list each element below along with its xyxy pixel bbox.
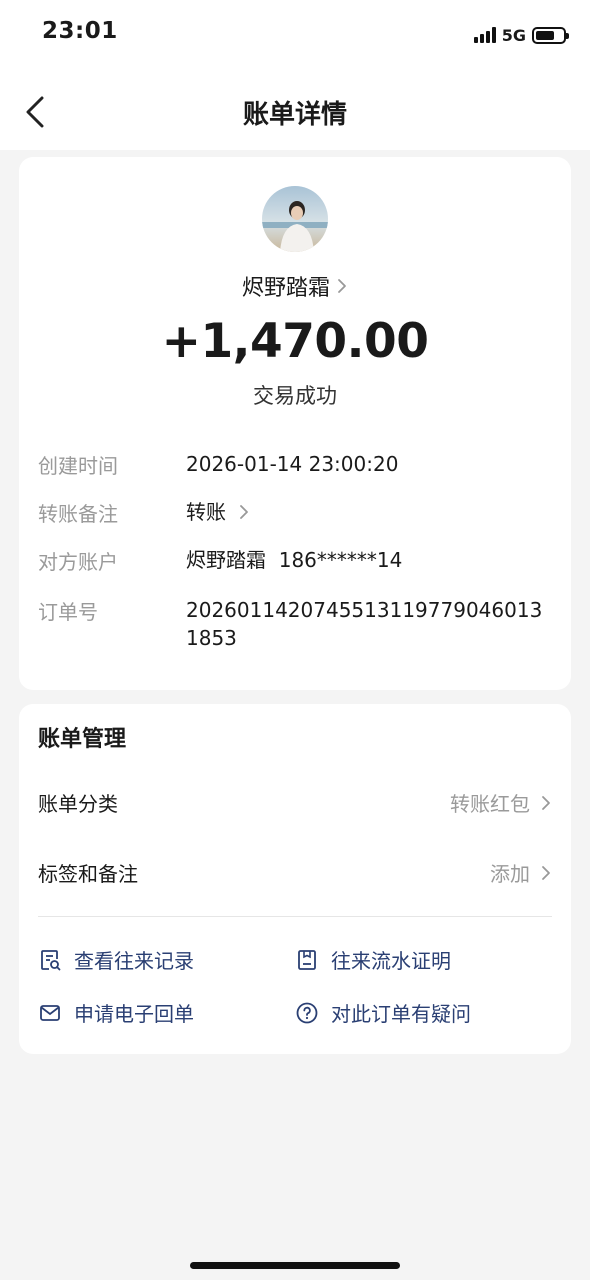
row-label: 标签和备注 bbox=[38, 862, 138, 886]
section-title: 账单管理 bbox=[38, 727, 127, 752]
statement-icon bbox=[298, 949, 316, 970]
battery-icon bbox=[532, 26, 569, 44]
detail-value: 烬野踏霜 186******14 bbox=[186, 548, 403, 572]
action-label: 申请电子回单 bbox=[74, 1002, 194, 1026]
action-label: 对此订单有疑问 bbox=[331, 1002, 471, 1026]
chevron-right-icon bbox=[338, 279, 346, 293]
detail-label: 订单号 bbox=[38, 600, 98, 624]
bill-management-card: 账单管理 账单分类 转账红包 标签和备注 添加 查看往来记录 往来流水证明 申请… bbox=[19, 704, 571, 1054]
row-label: 账单分类 bbox=[38, 792, 118, 816]
row-value: 添加 bbox=[490, 862, 530, 886]
chevron-right-icon bbox=[542, 865, 550, 880]
chevron-right-icon bbox=[542, 795, 550, 810]
bill-category-row[interactable]: 账单分类 转账红包 bbox=[38, 786, 552, 820]
transaction-status: 交易成功 bbox=[253, 384, 337, 408]
action-label: 查看往来记录 bbox=[74, 949, 194, 973]
statement-proof-button[interactable]: 往来流水证明 bbox=[295, 945, 451, 974]
row-value-wrap: 添加 bbox=[490, 858, 552, 887]
e-receipt-button[interactable]: 申请电子回单 bbox=[38, 998, 194, 1027]
action-label: 往来流水证明 bbox=[331, 949, 451, 973]
avatar[interactable] bbox=[262, 186, 328, 252]
network-type: 5G bbox=[501, 25, 526, 45]
transaction-card: 烬野踏霜 +1,470.00 交易成功 创建时间 2026-01-14 23:0… bbox=[19, 157, 571, 690]
payer-link[interactable]: 烬野踏霜 bbox=[19, 270, 571, 302]
detail-label: 创建时间 bbox=[38, 454, 118, 478]
view-records-button[interactable]: 查看往来记录 bbox=[38, 945, 194, 974]
avatar-image bbox=[262, 186, 328, 252]
page-title: 账单详情 bbox=[242, 100, 347, 130]
signal-icon bbox=[473, 27, 496, 43]
detail-value: 2026011420745513119779046013 1853 bbox=[186, 598, 543, 650]
chevron-right-icon bbox=[240, 505, 248, 519]
question-icon bbox=[296, 1002, 318, 1023]
status-indicators: 5G bbox=[473, 22, 569, 48]
payer-name: 烬野踏霜 bbox=[241, 276, 330, 301]
detail-value: 转账 bbox=[186, 500, 226, 524]
status-time: 23:01 bbox=[42, 18, 118, 44]
detail-label: 转账备注 bbox=[38, 502, 118, 526]
home-indicator[interactable] bbox=[190, 1262, 400, 1269]
remark-link[interactable]: 转账 bbox=[186, 498, 552, 526]
detail-value: 2026-01-14 23:00:20 bbox=[186, 452, 399, 476]
detail-label: 对方账户 bbox=[38, 550, 118, 574]
divider bbox=[38, 916, 552, 917]
tags-notes-row[interactable]: 标签和备注 添加 bbox=[38, 856, 552, 890]
status-bar: 23:01 5G bbox=[0, 0, 590, 70]
battery-level bbox=[536, 30, 555, 40]
transaction-amount: +1,470.00 bbox=[161, 314, 429, 369]
row-value-wrap: 转账红包 bbox=[450, 788, 552, 817]
order-question-button[interactable]: 对此订单有疑问 bbox=[295, 998, 471, 1027]
records-icon bbox=[41, 949, 61, 970]
row-value: 转账红包 bbox=[450, 792, 530, 816]
envelope-icon bbox=[40, 1004, 60, 1021]
nav-bar: 账单详情 bbox=[0, 70, 590, 150]
